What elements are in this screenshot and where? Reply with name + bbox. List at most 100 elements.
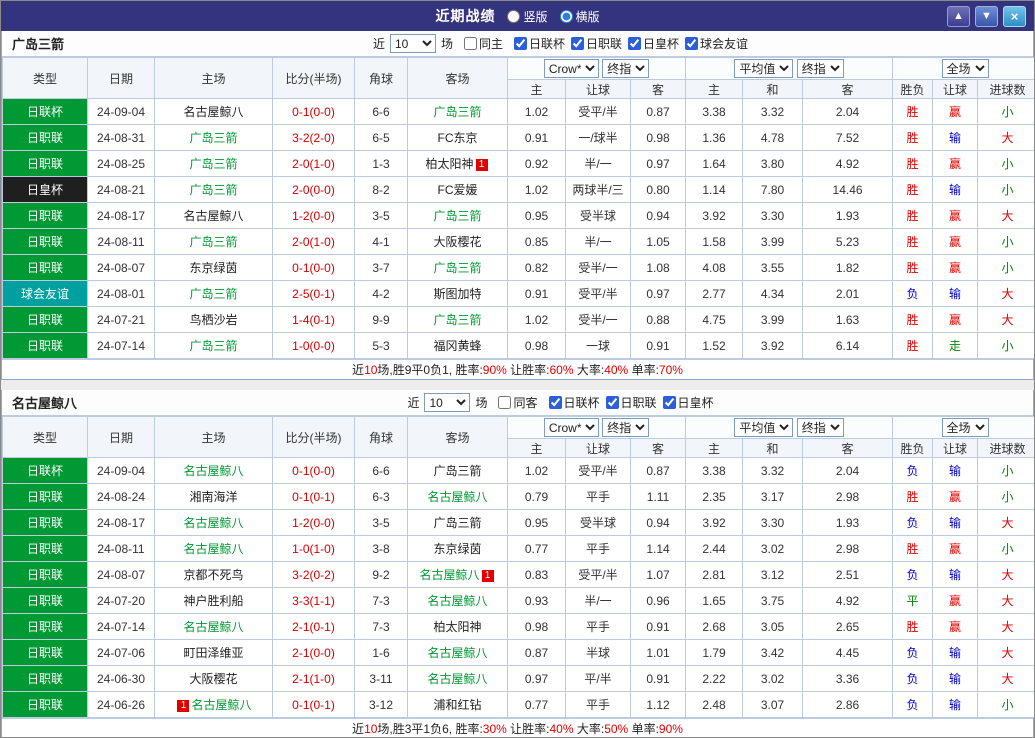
team-name: 斯图加特 — [433, 287, 482, 301]
summary-text: 50% — [604, 722, 629, 736]
layout-horizontal-option[interactable]: 横版 — [559, 8, 600, 25]
down-arrow-icon: ▼ — [981, 9, 992, 22]
league-filter-checkbox[interactable]: 日皇杯 — [628, 35, 679, 52]
same-venue-input[interactable] — [463, 37, 477, 50]
match-count-select[interactable]: 10 — [424, 393, 471, 412]
league-filter-input[interactable] — [605, 395, 619, 409]
match-row: 日职联 24-06-30 大阪樱花 2-1(1-0) 3-11 名古屋鲸八 0.97 平/半 0… — [2, 665, 1034, 692]
handicap-result-cell: 输 — [932, 509, 979, 536]
same-venue-checkbox[interactable]: 同主 — [463, 35, 503, 52]
col-eu-away: 客 — [802, 438, 894, 458]
ah-line-cell: 半/一 — [565, 587, 631, 614]
ah-line-cell: 受半/一 — [565, 306, 631, 333]
summary-text: 胜率: — [455, 363, 483, 377]
section-team-name: 名古屋鲸八 — [12, 396, 78, 411]
odds-company-select[interactable]: Crow* — [543, 59, 599, 78]
ah-away-odds-cell: 1.14 — [629, 535, 687, 562]
same-venue-checkbox[interactable]: 同客 — [498, 394, 538, 411]
league-cell: 球会友谊 — [2, 280, 88, 307]
ah-away-odds-cell: 1.01 — [629, 639, 687, 666]
col-ah-home: 主 — [507, 438, 566, 458]
league-filter-input[interactable] — [685, 36, 699, 50]
summary-text: 让胜率: — [506, 722, 550, 736]
league-filter-checkbox[interactable]: 日职联 — [605, 394, 657, 411]
corners-cell: 4-1 — [354, 228, 408, 255]
corners-cell: 3-11 — [354, 665, 408, 692]
ah-home-odds-cell: 0.83 — [507, 561, 566, 588]
league-filter-checkbox[interactable]: 日联杯 — [548, 394, 600, 411]
filter-bar: 名古屋鲸八 近 10 场 同客 日联杯 日职联 日皇杯 — [2, 390, 1033, 416]
odds-company-select[interactable]: Crow* — [543, 418, 599, 437]
odds-time-select[interactable]: 终指 — [602, 59, 650, 78]
league-filter-checkbox[interactable]: 日职联 — [571, 35, 622, 52]
team-name: 柏太阳神 — [433, 620, 482, 634]
eu-draw-odds-cell: 3.80 — [742, 150, 804, 177]
goals-result-cell: 小 — [977, 254, 1034, 281]
result-cell: 平 — [892, 587, 934, 614]
europe-time-select[interactable]: 终指 — [796, 418, 844, 437]
league-filter-label: 日联杯 — [563, 395, 600, 410]
eu-away-odds-cell: 6.14 — [802, 332, 894, 359]
layout-horizontal-radio[interactable] — [559, 9, 573, 23]
ah-home-odds-cell: 0.95 — [507, 509, 566, 536]
eu-away-odds-cell: 2.01 — [802, 280, 894, 307]
league-cell: 日职联 — [2, 587, 88, 614]
col-ah-home: 主 — [507, 79, 566, 99]
league-filter-input[interactable] — [571, 36, 584, 50]
ah-home-odds-cell: 0.77 — [507, 691, 566, 718]
summary-text: 10 — [364, 722, 378, 736]
result-cell: 胜 — [892, 613, 934, 640]
league-filter-input[interactable] — [548, 395, 562, 409]
league-filter-input[interactable] — [513, 36, 527, 50]
team-name: 广岛三箭 — [433, 313, 482, 327]
league-filter-checkbox[interactable]: 日联杯 — [513, 35, 565, 52]
home-team-cell: 湘南海洋 — [154, 483, 273, 510]
scope-header: 全场 — [892, 57, 1034, 80]
europe-time-select[interactable]: 终指 — [796, 59, 844, 78]
match-count-select[interactable]: 10 — [389, 34, 436, 53]
handicap-result-cell: 输 — [932, 639, 979, 666]
same-venue-input[interactable] — [498, 396, 512, 409]
league-cell: 日职联 — [2, 124, 88, 151]
eu-draw-odds-cell: 3.02 — [742, 535, 804, 562]
scroll-down-button[interactable]: ▼ — [975, 5, 998, 27]
col-corners: 角球 — [354, 57, 408, 99]
team-name: 广岛三箭 — [189, 131, 238, 145]
eu-draw-odds-cell: 3.32 — [742, 98, 804, 125]
team-name: 湘南海洋 — [189, 490, 238, 504]
league-filter-checkbox[interactable]: 球会友谊 — [685, 35, 748, 52]
result-cell: 负 — [892, 639, 934, 666]
scroll-up-button[interactable]: ▲ — [947, 5, 970, 27]
eu-draw-odds-cell: 7.80 — [742, 176, 804, 203]
goals-result-cell: 小 — [977, 150, 1034, 177]
layout-vertical-radio[interactable] — [507, 9, 521, 23]
eu-home-odds-cell: 4.75 — [685, 306, 744, 333]
result-cell: 胜 — [892, 483, 934, 510]
eu-home-odds-cell: 1.65 — [685, 587, 744, 614]
odds-time-select[interactable]: 终指 — [602, 418, 650, 437]
scope-select[interactable]: 全场 — [941, 418, 989, 437]
ah-home-odds-cell: 1.02 — [507, 176, 566, 203]
league-filter-input[interactable] — [628, 36, 642, 50]
team-name: 神户胜利船 — [183, 594, 244, 608]
europe-source-select[interactable]: 平均值 — [734, 59, 794, 78]
league-filter-checkbox[interactable]: 日皇杯 — [662, 394, 714, 411]
score-cell: 0-1(0-0) — [272, 254, 355, 281]
date-cell: 24-08-11 — [87, 535, 155, 562]
europe-source-select[interactable]: 平均值 — [734, 418, 794, 437]
ah-away-odds-cell: 0.97 — [629, 150, 687, 177]
topbar-buttons: ▲ ▼ × — [947, 5, 1034, 27]
ah-away-odds-cell: 1.05 — [629, 228, 687, 255]
close-icon: × — [1010, 8, 1019, 24]
eu-away-odds-cell: 1.63 — [802, 306, 894, 333]
goals-result-cell: 大 — [977, 280, 1034, 307]
eu-draw-odds-cell: 3.02 — [742, 665, 804, 692]
match-row: 日职联 24-08-11 名古屋鲸八 1-0(1-0) 3-8 东京绿茵 0.77 平手 1.1… — [2, 535, 1034, 562]
topbar: 近期战绩 竖版 横版 ▲ ▼ × — [1, 1, 1034, 31]
summary-text: 40% — [604, 363, 629, 377]
scope-select[interactable]: 全场 — [941, 59, 989, 78]
layout-vertical-option[interactable]: 竖版 — [507, 8, 548, 25]
league-cell: 日职联 — [2, 535, 88, 562]
league-filter-input[interactable] — [662, 395, 676, 409]
close-button[interactable]: × — [1003, 5, 1026, 27]
